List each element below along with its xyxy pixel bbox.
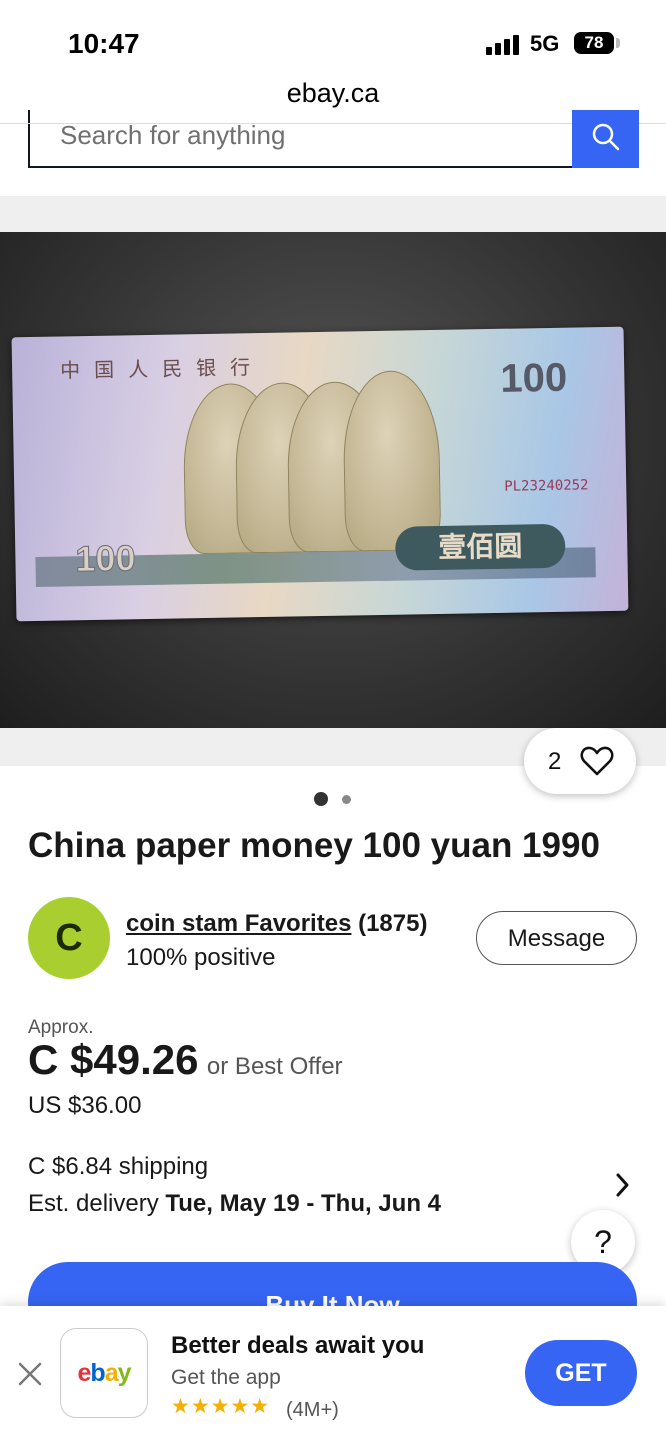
watch-button[interactable]: 2 (524, 728, 636, 794)
get-app-button[interactable]: GET (525, 1340, 637, 1406)
delivery-estimate[interactable]: Est. delivery Tue, May 19 - Thu, Jun 4 (28, 1190, 441, 1218)
star-rating-icon: ★★★★★ (171, 1395, 271, 1418)
search-input[interactable]: Search for anything (28, 110, 572, 168)
rating-count: (4M+) (286, 1399, 339, 1421)
listing-photo[interactable]: 中国人民银行 100 PL23240252 100 壹佰圆 (0, 232, 666, 728)
seller-score: (1875) (358, 910, 428, 937)
shipping-cost[interactable]: C $6.84 shipping (28, 1153, 208, 1181)
close-icon[interactable] (16, 1360, 44, 1388)
battery-tip (616, 38, 620, 48)
search-icon (592, 123, 620, 151)
battery-icon: 78 (574, 32, 614, 54)
banner-subtitle: Get the app (171, 1366, 281, 1389)
price-usd: US $36.00 (28, 1092, 142, 1119)
banknote-serial: PL23240252 (504, 477, 589, 495)
seller-name-link[interactable]: coin stam Favorites (126, 910, 351, 937)
price-cad: C $49.26 (28, 1036, 199, 1083)
app-install-banner: ebay Better deals await you Get the app … (0, 1306, 666, 1440)
image-gallery[interactable]: 中国人民银行 100 PL23240252 100 壹佰圆 (0, 196, 666, 766)
network-type: 5G (530, 31, 560, 56)
banknote-image: 中国人民银行 100 PL23240252 100 壹佰圆 (11, 326, 629, 622)
seller-info: coin stam Favorites (1875) (126, 910, 427, 938)
message-button[interactable]: Message (476, 911, 637, 965)
watch-count: 2 (548, 748, 562, 775)
seller-feedback: 100% positive (126, 944, 276, 971)
delivery-label: Est. delivery (28, 1190, 159, 1217)
banner-title: Better deals await you (171, 1332, 425, 1359)
listing-title: China paper money 100 yuan 1990 (28, 826, 600, 865)
chevron-right-icon[interactable] (612, 1170, 632, 1200)
banknote-denomination-right: 100 (499, 355, 568, 401)
delivery-dates: Tue, May 19 - Thu, Jun 4 (165, 1190, 441, 1217)
best-offer-label: or Best Offer (206, 1053, 343, 1080)
seller-avatar[interactable]: C (28, 897, 110, 979)
signal-icon (486, 35, 520, 55)
banknote-denomination-left: 100 (75, 537, 137, 580)
url-divider (0, 123, 666, 124)
status-bar: 10:47 5G 78 (0, 0, 666, 80)
price-row: C $49.26 or Best Offer (28, 1036, 343, 1084)
ebay-app-logo: ebay (60, 1328, 148, 1418)
pagination-dot[interactable] (342, 795, 351, 804)
banknote-chars: 壹佰圆 (394, 523, 566, 571)
pagination-dot-active[interactable] (314, 792, 328, 806)
search-button[interactable] (572, 110, 639, 168)
status-time: 10:47 (68, 28, 140, 59)
heart-icon (580, 746, 614, 776)
